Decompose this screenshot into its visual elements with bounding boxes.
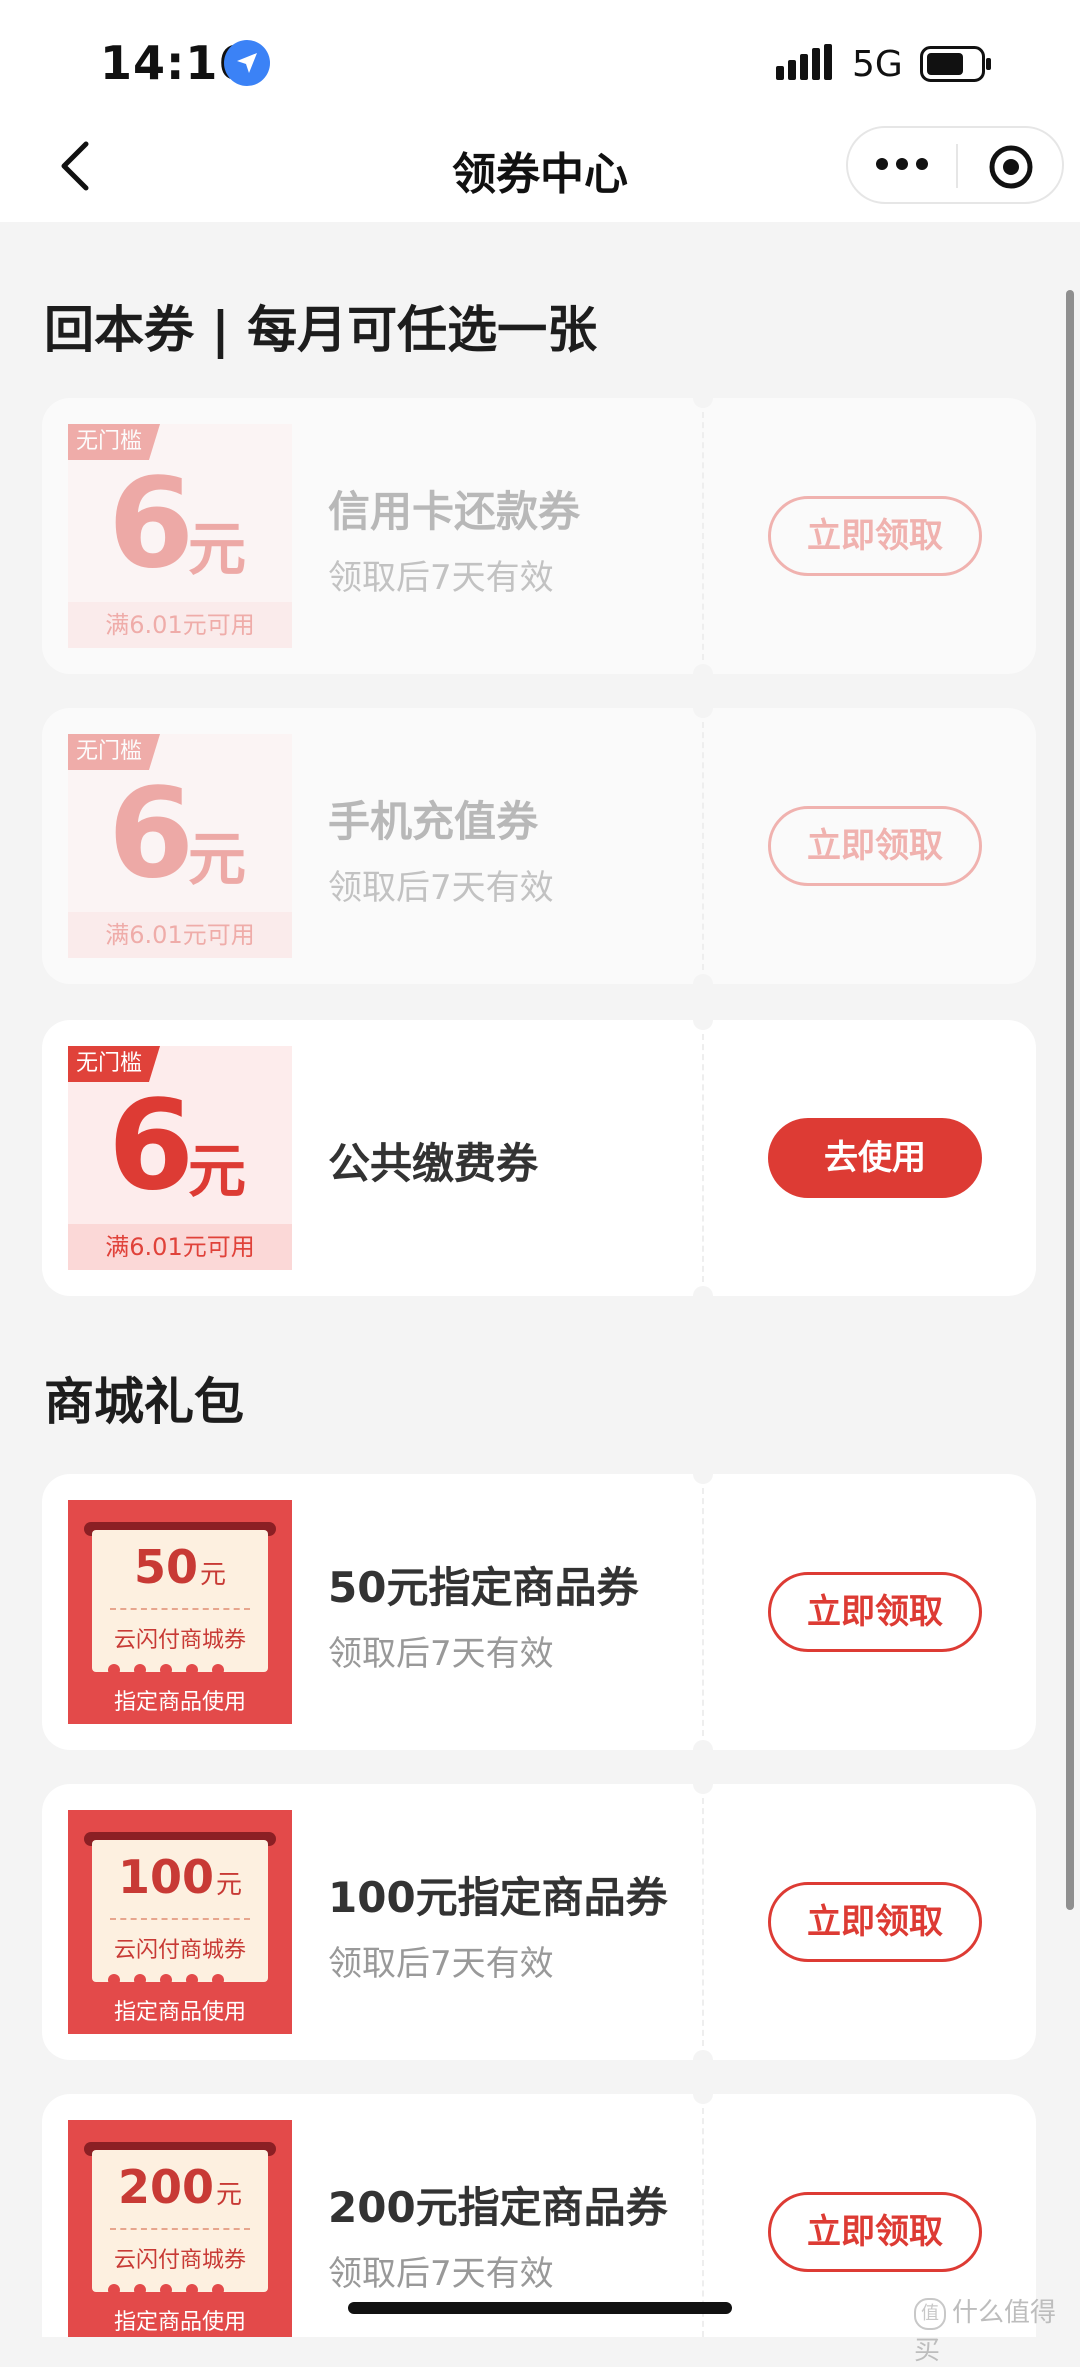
ticket-paper: 50元 云闪付商城券 [92, 1530, 268, 1682]
coupon-card: 200元 云闪付商城券 指定商品使用 200元指定商品券 领取后7天有效 立即领… [42, 2084, 1036, 2337]
scrollbar[interactable] [1066, 290, 1074, 1910]
dashed-separator [702, 1798, 704, 2046]
status-bar: 14:16 5G [0, 0, 1080, 130]
card-notch [693, 974, 713, 994]
gift-footer: 指定商品使用 [113, 2310, 246, 2335]
use-now-button[interactable]: 去使用 [768, 1118, 982, 1198]
dashed-separator [702, 722, 704, 970]
ticket-paper: 200元 云闪付商城券 [92, 2150, 268, 2302]
coupon-unit: 元 [188, 825, 247, 893]
mall-coupon-thumbnail: 200元 云闪付商城券 指定商品使用 [68, 2120, 292, 2337]
gift-shop-label: 云闪付商城券 [113, 1628, 246, 1653]
coupon-condition: 满6.01元可用 [68, 912, 292, 958]
ticket-dash [110, 1608, 250, 1610]
card-notch [693, 1774, 713, 1794]
claim-button[interactable]: 立即领取 [768, 496, 982, 576]
claim-button[interactable]: 立即领取 [768, 2192, 982, 2272]
coupon-card: 50元 云闪付商城券 指定商品使用 50元指定商品券 领取后7天有效 立即领取 [42, 1464, 1036, 1760]
gift-footer: 指定商品使用 [113, 2000, 246, 2025]
battery-icon [920, 46, 991, 82]
section-title-mall-gift: 商城礼包 [44, 1373, 244, 1431]
mall-coupon-thumbnail: 50元 云闪付商城券 指定商品使用 [68, 1500, 292, 1724]
coupon-title: 100元指定商品券 [328, 1873, 668, 1922]
coupon-amount: 6 [108, 1074, 195, 1218]
coupon-card: 100元 云闪付商城券 指定商品使用 100元指定商品券 领取后7天有效 立即领… [42, 1774, 1036, 2070]
coupon-thumbnail: 无门槛 6 元 满6.01元可用 [68, 734, 292, 958]
gift-amount: 50元 [133, 1540, 227, 1594]
card-notch [693, 2084, 713, 2104]
coupon-unit: 元 [188, 515, 247, 583]
coupon-validity: 领取后7天有效 [328, 558, 554, 598]
dashed-separator [702, 412, 704, 660]
coupon-thumbnail: 无门槛 6 元 满6.01元可用 [68, 424, 292, 648]
ticket-paper: 100元 云闪付商城券 [92, 1840, 268, 1992]
gift-amount: 100元 [117, 1850, 243, 1904]
ticket-scallop [108, 2284, 252, 2304]
capsule-divider [956, 144, 958, 188]
card-notch [693, 664, 713, 684]
section-title-refund-coupons: 回本券 | 每月可任选一张 [44, 301, 598, 359]
coupon-validity: 领取后7天有效 [328, 1944, 554, 1984]
coupon-unit: 元 [188, 1137, 247, 1205]
card-notch [693, 1010, 713, 1030]
coupon-condition: 满6.01元可用 [68, 602, 292, 648]
coupon-title: 50元指定商品券 [328, 1563, 639, 1612]
coupon-card: 无门槛 6 元 满6.01元可用 信用卡还款券 领取后7天有效 立即领取 [42, 388, 1036, 684]
coupon-title: 信用卡还款券 [328, 487, 581, 536]
gift-shop-label: 云闪付商城券 [113, 1938, 246, 1963]
coupon-thumbnail: 无门槛 6 元 满6.01元可用 [68, 1046, 292, 1270]
coupon-validity: 领取后7天有效 [328, 1634, 554, 1674]
dashed-separator [702, 1488, 704, 1736]
card-notch [693, 698, 713, 718]
coupon-card: 无门槛 6 元 满6.01元可用 公共缴费券 去使用 [42, 1010, 1036, 1306]
coupon-validity: 领取后7天有效 [328, 2254, 554, 2294]
coupon-condition: 满6.01元可用 [68, 1224, 292, 1270]
ticket-scallop [108, 1974, 252, 1994]
coupon-title: 200元指定商品券 [328, 2183, 668, 2232]
gift-shop-label: 云闪付商城券 [113, 2248, 246, 2273]
card-notch [693, 1740, 713, 1760]
claim-button[interactable]: 立即领取 [768, 1882, 982, 1962]
mini-program-capsule [846, 126, 1064, 204]
coupon-title: 手机充值券 [328, 797, 539, 846]
close-mini-program-icon[interactable] [988, 144, 1034, 190]
coupon-amount: 6 [108, 452, 195, 596]
watermark-logo-icon: 值 [914, 2297, 946, 2330]
cellular-signal-icon [776, 44, 832, 80]
gift-amount: 200元 [117, 2160, 243, 2214]
more-icon[interactable] [874, 146, 930, 182]
watermark: 值什么值得买 [914, 2297, 1057, 2366]
home-indicator[interactable] [348, 2302, 732, 2314]
mall-coupon-thumbnail: 100元 云闪付商城券 指定商品使用 [68, 1810, 292, 2034]
card-notch [693, 1464, 713, 1484]
coupon-amount: 6 [108, 762, 195, 906]
card-notch [693, 2050, 713, 2070]
nav-bar: 领券中心 [0, 126, 1080, 222]
coupon-validity: 领取后7天有效 [328, 868, 554, 908]
ticket-scallop [108, 1664, 252, 1684]
ticket-dash [110, 2228, 250, 2230]
dashed-separator [702, 1034, 704, 1282]
gift-footer: 指定商品使用 [113, 1690, 246, 1715]
network-type: 5G [852, 44, 903, 85]
card-notch [693, 1286, 713, 1306]
claim-button[interactable]: 立即领取 [768, 806, 982, 886]
location-arrow-icon [224, 40, 270, 86]
coupon-card: 无门槛 6 元 满6.01元可用 手机充值券 领取后7天有效 立即领取 [42, 698, 1036, 994]
card-notch [693, 388, 713, 408]
ticket-dash [110, 1918, 250, 1920]
claim-button[interactable]: 立即领取 [768, 1572, 982, 1652]
coupon-title: 公共缴费券 [328, 1139, 539, 1188]
